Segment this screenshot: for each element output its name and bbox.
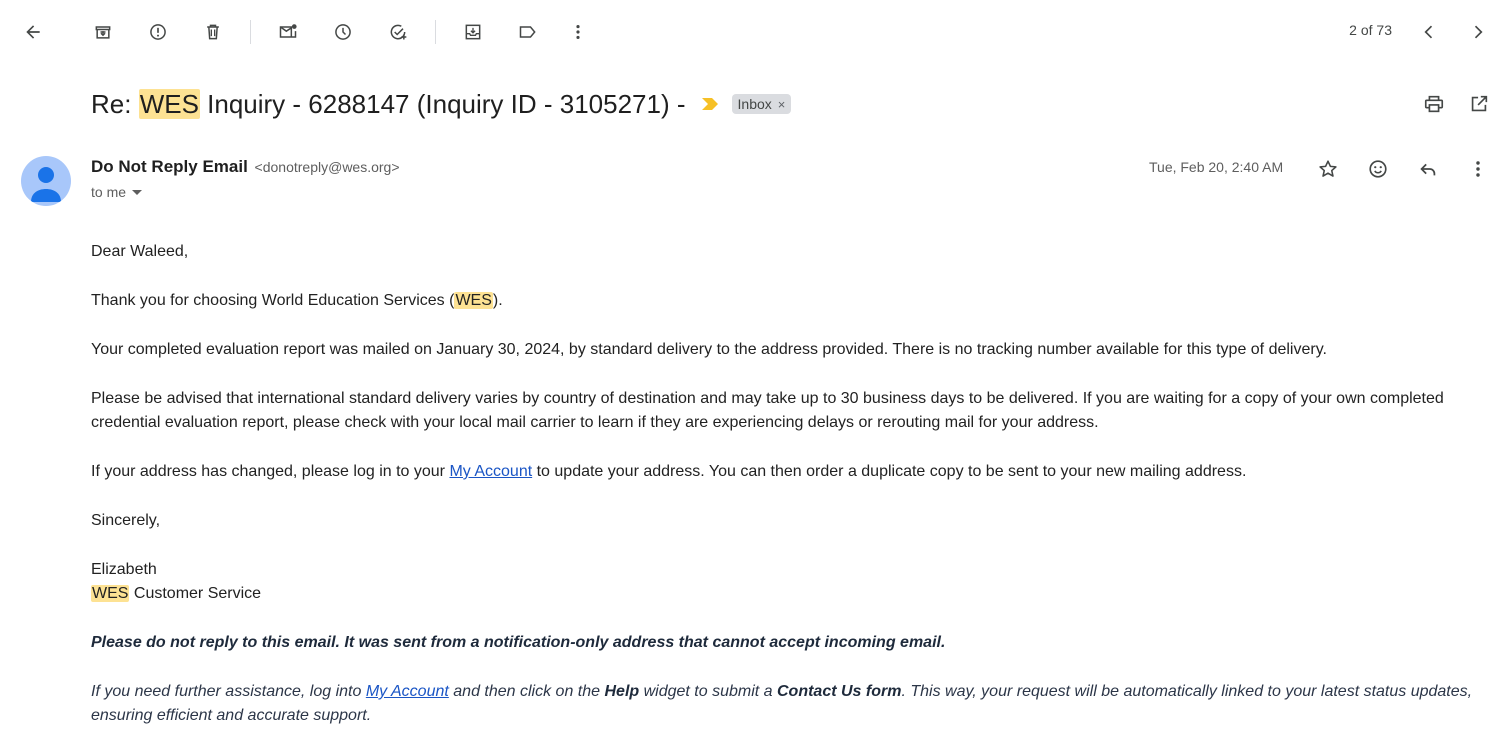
closing: Sincerely, — [91, 512, 161, 529]
pagination-count: 2 of 73 — [1349, 22, 1392, 38]
open-new-window-button[interactable] — [1461, 86, 1497, 122]
move-to-button[interactable] — [455, 14, 491, 50]
person-icon — [31, 167, 61, 202]
labels-button[interactable] — [510, 14, 546, 50]
emoji-icon — [1369, 160, 1387, 178]
mailed-paragraph: Your completed evaluation report was mai… — [91, 341, 1327, 358]
recipient-line: to me — [91, 184, 143, 200]
show-details-icon[interactable] — [132, 189, 143, 195]
sender-avatar[interactable] — [21, 156, 71, 206]
newer-button[interactable] — [1411, 14, 1447, 50]
toolbar-divider — [435, 20, 436, 44]
sender-line: Do Not Reply Email <donotreply@wes.org> — [91, 157, 400, 177]
snooze-icon — [335, 24, 351, 40]
reply-icon — [1420, 163, 1436, 176]
remove-label-button[interactable]: × — [778, 97, 786, 112]
subject-row: Re: WES Inquiry - 6288147 (Inquiry ID - … — [91, 84, 792, 124]
reply-button[interactable] — [1410, 151, 1446, 187]
email-subject: Re: WES Inquiry - 6288147 (Inquiry ID - … — [91, 88, 686, 120]
sender-name[interactable]: Do Not Reply Email — [91, 157, 248, 176]
add-reaction-button[interactable] — [1360, 151, 1396, 187]
star-button[interactable] — [1310, 151, 1346, 187]
add-task-icon — [390, 24, 407, 40]
more-options-button[interactable] — [560, 14, 596, 50]
signer-team: WES Customer Service — [91, 585, 262, 602]
message-date: Tue, Feb 20, 2:40 AM — [1149, 159, 1284, 175]
message-body: Dear Waleed, Thank you for choosing Worl… — [91, 240, 1481, 753]
chevron-left-icon — [1424, 25, 1433, 39]
older-button[interactable] — [1460, 14, 1496, 50]
snooze-button[interactable] — [325, 14, 361, 50]
subject-text: Inquiry - 6288147 (Inquiry ID - 3105271)… — [199, 88, 686, 119]
report-spam-icon — [150, 24, 166, 40]
delete-button[interactable] — [195, 14, 231, 50]
thanks-paragraph: Thank you for choosing World Education S… — [91, 292, 503, 309]
importance-marker-icon[interactable] — [700, 97, 720, 111]
my-account-link-2[interactable]: My Account — [366, 683, 449, 700]
back-button[interactable] — [15, 14, 51, 50]
message-more-button[interactable] — [1460, 151, 1496, 187]
add-to-tasks-button[interactable] — [380, 14, 416, 50]
label-chip-text: Inbox — [737, 96, 772, 112]
address-paragraph: If your address has changed, please log … — [91, 463, 1247, 480]
my-account-link[interactable]: My Account — [449, 463, 532, 480]
greeting: Dear Waleed, — [91, 243, 189, 260]
mark-unread-button[interactable] — [270, 14, 306, 50]
message-toolbar: 2 of 73 — [0, 0, 1512, 64]
label-icon — [519, 26, 536, 38]
more-vert-icon — [576, 25, 580, 39]
subject-prefix: Re: — [91, 88, 139, 119]
mark-unread-icon — [279, 24, 297, 38]
sender-email: <donotreply@wes.org> — [254, 159, 400, 175]
archive-button[interactable] — [85, 14, 121, 50]
archive-icon — [95, 26, 111, 39]
chevron-right-icon — [1474, 25, 1483, 39]
search-highlight: WES — [454, 292, 493, 309]
print-all-button[interactable] — [1416, 86, 1452, 122]
search-highlight: WES — [91, 585, 130, 602]
back-arrow-icon — [26, 25, 40, 39]
toolbar-divider — [250, 20, 251, 44]
inbox-label-chip: Inbox × — [731, 94, 792, 114]
star-icon — [1319, 160, 1337, 177]
more-vert-icon — [1476, 161, 1480, 177]
print-icon — [1424, 95, 1444, 113]
delete-icon — [207, 24, 219, 40]
report-spam-button[interactable] — [140, 14, 176, 50]
recipient-text: to me — [91, 184, 127, 200]
help-paragraph: If you need further assistance, log into… — [91, 683, 1473, 724]
open-in-new-icon — [1471, 95, 1488, 112]
search-highlight: WES — [138, 88, 200, 119]
move-to-icon — [465, 24, 481, 40]
delivery-paragraph: Please be advised that international sta… — [91, 390, 1444, 431]
signer-name: Elizabeth — [91, 561, 157, 578]
no-reply-notice: Please do not reply to this email. It wa… — [91, 634, 946, 651]
